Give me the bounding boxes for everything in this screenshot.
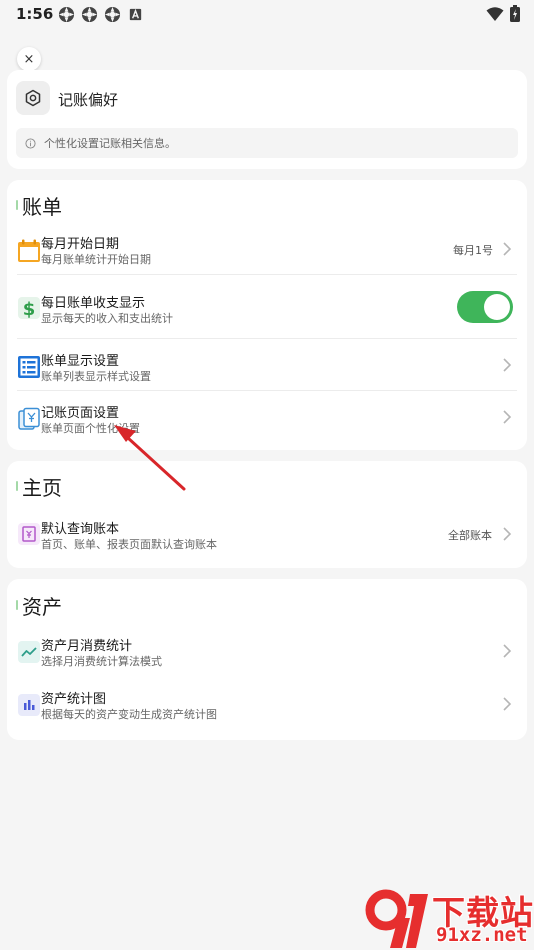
list-icon: [18, 356, 40, 378]
svg-text:$: $: [23, 299, 36, 320]
dollar-icon: $: [18, 297, 40, 320]
settings-row-default-ledger[interactable]: 默认查询账本 首页、账单、报表页面默认查询账本 全部账本: [7, 512, 527, 558]
ledger-icon: [18, 523, 40, 545]
app-notification-icon: [104, 6, 121, 23]
toggle-knob: [484, 294, 510, 320]
app-notification-icon: [81, 6, 98, 23]
daily-bill-toggle[interactable]: [457, 291, 513, 323]
preferences-info-text: 个性化设置记账相关信息。: [44, 137, 176, 150]
chevron-right-icon: [503, 697, 512, 711]
row-subtitle: 显示每天的收入和支出统计: [41, 312, 173, 325]
row-subtitle: 选择月消费统计算法模式: [41, 655, 162, 668]
notification-icons: [58, 6, 144, 23]
preferences-icon-box: [16, 81, 50, 115]
app-notification-icon: [58, 6, 75, 23]
section-accent-bar: [16, 200, 18, 210]
divider: [17, 338, 517, 339]
row-title: 记账页面设置: [41, 406, 120, 421]
section-title-assets: 资产: [22, 595, 62, 619]
settings-row-daily-bill-display: $ 每日账单收支显示 显示每天的收入和支出统计: [7, 284, 527, 334]
row-subtitle: 每月账单统计开始日期: [41, 253, 151, 266]
info-icon: [25, 137, 36, 149]
section-accent-bar: [16, 481, 18, 491]
site-logo-icon: [365, 889, 428, 948]
a-letter-notification-icon: [129, 8, 142, 21]
preferences-card: 记账偏好 个性化设置记账相关信息。: [7, 70, 527, 169]
divider: [17, 274, 517, 275]
row-subtitle: 根据每天的资产变动生成资产统计图: [41, 708, 217, 721]
settings-row-asset-monthly-stats[interactable]: 资产月消费统计 选择月消费统计算法模式: [7, 631, 527, 675]
row-value: 每月1号: [453, 244, 493, 257]
status-right-icons: [486, 5, 520, 22]
settings-row-bookkeeping-page-settings[interactable]: 记账页面设置 账单页面个性化设置: [7, 398, 527, 442]
preferences-info: 个性化设置记账相关信息。: [16, 128, 518, 158]
status-bar: 1:56: [0, 0, 534, 28]
trend-chart-icon: [18, 641, 40, 663]
divider: [17, 390, 517, 391]
home-section-card: 主页 默认查询账本 首页、账单、报表页面默认查询账本 全部账本: [7, 461, 527, 568]
settings-row-bill-display-settings[interactable]: 账单显示设置 账单列表显示样式设置: [7, 346, 527, 390]
row-title: 资产统计图: [41, 692, 107, 707]
section-accent-bar: [16, 600, 18, 610]
row-title: 账单显示设置: [41, 354, 120, 369]
chevron-right-icon: [503, 527, 512, 541]
close-button[interactable]: ×: [17, 47, 41, 71]
chevron-right-icon: [503, 242, 512, 256]
row-title: 每日账单收支显示: [41, 296, 146, 311]
row-title: 每月开始日期: [41, 237, 120, 252]
assets-section-card: 资产 资产月消费统计 选择月消费统计算法模式 资产统计图 根据每天的资产变动生成…: [7, 579, 527, 740]
section-title-home: 主页: [22, 476, 62, 500]
chevron-right-icon: [503, 644, 512, 658]
gear-icon: [25, 89, 41, 107]
row-subtitle: 首页、账单、报表页面默认查询账本: [41, 538, 217, 551]
section-title-bill: 账单: [22, 195, 62, 219]
row-value: 全部账本: [448, 529, 492, 542]
chevron-right-icon: [503, 358, 512, 372]
row-subtitle: 账单页面个性化设置: [41, 422, 140, 435]
watermark-url: 91xz.net: [436, 924, 528, 946]
calendar-icon: [18, 239, 40, 262]
settings-row-asset-chart[interactable]: 资产统计图 根据每天的资产变动生成资产统计图: [7, 685, 527, 729]
row-title: 资产月消费统计: [41, 639, 133, 654]
row-subtitle: 账单列表显示样式设置: [41, 370, 151, 383]
wifi-icon: [486, 6, 504, 21]
bar-chart-icon: [18, 694, 40, 716]
battery-charging-icon: [510, 5, 520, 22]
status-time: 1:56: [16, 5, 54, 23]
receipt-icon: [18, 407, 40, 430]
settings-row-month-start-date[interactable]: 每月开始日期 每月账单统计开始日期 每月1号: [7, 230, 527, 274]
chevron-right-icon: [503, 410, 512, 424]
bill-section-card: 账单 每月开始日期 每月账单统计开始日期 每月1号 $ 每日账单收支显示 显示每…: [7, 180, 527, 450]
preferences-title: 记账偏好: [58, 91, 119, 109]
watermark: 下载站 91xz.net: [364, 888, 534, 950]
row-title: 默认查询账本: [41, 522, 120, 537]
